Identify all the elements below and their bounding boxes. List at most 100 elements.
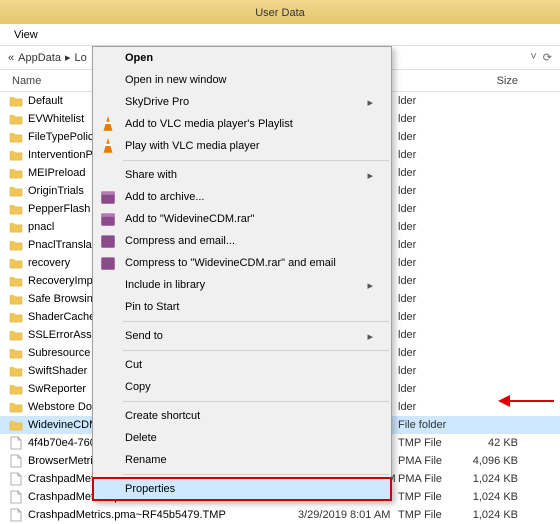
file-type: TMP File <box>398 437 468 449</box>
folder-icon <box>8 111 24 127</box>
file-type: PMA File <box>398 455 468 467</box>
ctx-cut[interactable]: Cut <box>93 354 391 376</box>
annotation-arrow <box>498 393 554 412</box>
file-type: lder <box>398 221 468 233</box>
file-type: File folder <box>398 419 468 431</box>
file-type: PMA File <box>398 473 468 485</box>
file-type: lder <box>398 131 468 143</box>
folder-icon <box>8 345 24 361</box>
chevron-right-icon: ▸ <box>367 330 373 343</box>
folder-icon <box>8 327 24 343</box>
file-icon <box>8 435 24 451</box>
folder-icon <box>8 201 24 217</box>
window-titlebar: User Data <box>0 0 560 24</box>
folder-icon <box>8 417 24 433</box>
ctx-vlc-play[interactable]: Play with VLC media player <box>93 135 391 157</box>
file-icon <box>8 471 24 487</box>
col-type[interactable] <box>398 70 468 91</box>
folder-icon <box>8 129 24 145</box>
file-type: lder <box>398 365 468 377</box>
refresh-icon[interactable]: ⟳ <box>543 51 552 64</box>
ctx-delete[interactable]: Delete <box>93 427 391 449</box>
window-title: User Data <box>255 7 305 19</box>
file-date: 3/29/2019 8:01 AM <box>298 509 398 521</box>
archive-icon <box>99 232 117 250</box>
file-size: 1,024 KB <box>468 473 528 485</box>
dropdown-icon[interactable]: ˅ <box>530 51 536 64</box>
file-type: TMP File <box>398 509 468 521</box>
separator <box>123 350 389 351</box>
folder-icon <box>8 219 24 235</box>
file-type: lder <box>398 347 468 359</box>
file-type: lder <box>398 329 468 341</box>
file-size: 4,096 KB <box>468 455 528 467</box>
separator <box>123 160 389 161</box>
chevron-icon: « <box>8 52 14 64</box>
separator <box>123 401 389 402</box>
file-size: 1,024 KB <box>468 509 528 521</box>
ctx-vlc-playlist[interactable]: Add to VLC media player's Playlist <box>93 113 391 135</box>
file-icon <box>8 489 24 505</box>
breadcrumb-seg[interactable]: AppData <box>18 52 61 64</box>
ctx-compress-email[interactable]: Compress and email... <box>93 230 391 252</box>
context-menu: Open Open in new window SkyDrive Pro▸ Ad… <box>92 46 392 501</box>
chevron-right-icon: ▸ <box>367 279 373 292</box>
ctx-open-new-window[interactable]: Open in new window <box>93 69 391 91</box>
breadcrumb-seg[interactable]: Lo <box>74 52 86 64</box>
ctx-skydrive-pro[interactable]: SkyDrive Pro▸ <box>93 91 391 113</box>
folder-icon <box>8 363 24 379</box>
ctx-create-shortcut[interactable]: Create shortcut <box>93 405 391 427</box>
menu-view[interactable]: View <box>8 24 44 46</box>
chevron-right-icon: ▸ <box>367 96 373 109</box>
archive-icon <box>99 254 117 272</box>
ctx-add-archive[interactable]: Add to archive... <box>93 186 391 208</box>
archive-icon <box>99 188 117 206</box>
ctx-properties[interactable]: Properties <box>93 478 391 500</box>
file-type: lder <box>398 203 468 215</box>
archive-icon <box>99 210 117 228</box>
vlc-icon <box>99 137 117 155</box>
chevron-icon: ▸ <box>65 51 71 64</box>
folder-icon <box>8 399 24 415</box>
ctx-compress-rar-email[interactable]: Compress to "WidevineCDM.rar" and email <box>93 252 391 274</box>
chevron-right-icon: ▸ <box>367 169 373 182</box>
folder-icon <box>8 165 24 181</box>
ctx-share-with[interactable]: Share with▸ <box>93 164 391 186</box>
file-type: lder <box>398 239 468 251</box>
col-size[interactable]: Size <box>468 70 528 91</box>
file-type: lder <box>398 275 468 287</box>
ctx-add-rar[interactable]: Add to "WidevineCDM.rar" <box>93 208 391 230</box>
folder-icon <box>8 255 24 271</box>
folder-icon <box>8 381 24 397</box>
file-row[interactable]: CrashpadMetrics.pma~RF45b5479.TMP3/29/20… <box>0 506 560 524</box>
file-type: lder <box>398 383 468 395</box>
ctx-copy[interactable]: Copy <box>93 376 391 398</box>
ctx-rename[interactable]: Rename <box>93 449 391 471</box>
file-size: 42 KB <box>468 437 528 449</box>
ctx-send-to[interactable]: Send to▸ <box>93 325 391 347</box>
folder-icon <box>8 237 24 253</box>
file-type: lder <box>398 311 468 323</box>
file-type: lder <box>398 401 468 413</box>
folder-icon <box>8 93 24 109</box>
folder-icon <box>8 147 24 163</box>
vlc-icon <box>99 115 117 133</box>
file-name: CrashpadMetrics.pma~RF45b5479.TMP <box>28 509 298 521</box>
file-type: lder <box>398 293 468 305</box>
file-type: lder <box>398 167 468 179</box>
ctx-pin-start[interactable]: Pin to Start <box>93 296 391 318</box>
ctx-open[interactable]: Open <box>93 47 391 69</box>
folder-icon <box>8 183 24 199</box>
folder-icon <box>8 291 24 307</box>
menubar: View <box>0 24 560 46</box>
folder-icon <box>8 309 24 325</box>
folder-icon <box>8 273 24 289</box>
file-type: lder <box>398 113 468 125</box>
ctx-include-library[interactable]: Include in library▸ <box>93 274 391 296</box>
file-icon <box>8 453 24 469</box>
file-type: lder <box>398 257 468 269</box>
file-icon <box>8 507 24 523</box>
file-type: lder <box>398 185 468 197</box>
file-size: 1,024 KB <box>468 491 528 503</box>
separator <box>123 321 389 322</box>
